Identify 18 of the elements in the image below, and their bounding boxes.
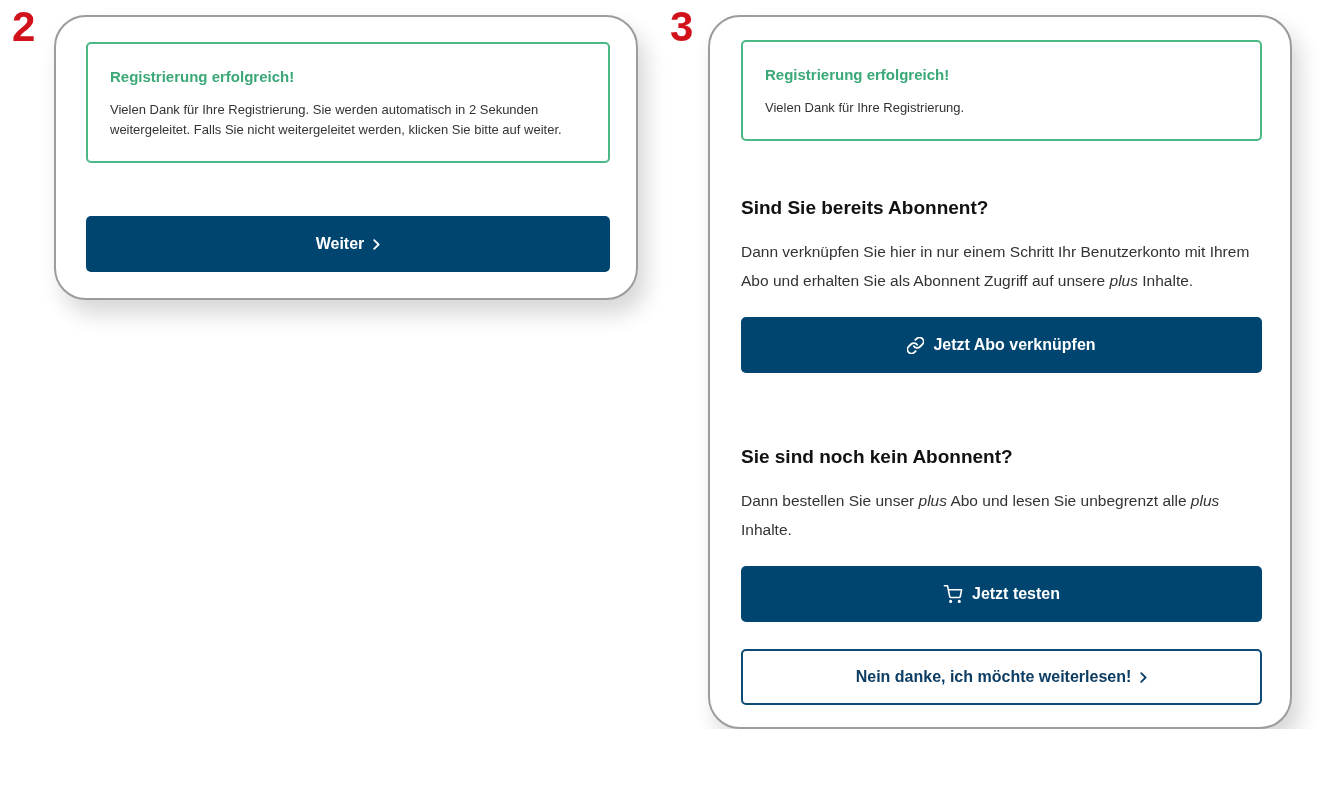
cart-icon [943,585,963,603]
continue-button[interactable]: Weiter [86,216,610,272]
section-text: Dann bestellen Sie unser plus Abo und lesen Sie unbegrenzt alle plus Inhalte. [741,491,1221,540]
alert-title: Registrierung erfolgreich! [110,67,296,87]
step-number: 2 [12,6,37,48]
section-heading: Sie sind noch kein Abonnent? [741,445,1014,469]
alert-title: Registrierung erfolgreich! [765,65,951,85]
chevron-right-icon [373,238,381,250]
link-icon [907,336,925,354]
alert-message: Vielen Dank für Ihre Registrierung. Sie werden automatisch in 2 Sekunden weitergeleitet. Falls Sie nicht weitergeleitet werden, klicken Sie bitte auf weiter. [110,101,563,139]
decline-button[interactable]: Nein danke, ich möchte weiterlesen! [741,649,1262,705]
section-text: Dann verknüpfen Sie hier in nur einem Schritt Ihr Benutzerkonto mit Ihrem Abo und erhalten Sie als Abonnent Zugriff auf unsere plus Inhalte. [741,242,1251,291]
alert-message: Vielen Dank für Ihre Registrierung. [765,99,966,117]
order-button[interactable]: Jetzt testen [741,566,1262,622]
step-number: 3 [670,6,695,48]
chevron-right-icon [1140,671,1148,683]
section-heading: Sind Sie bereits Abonnent? [741,196,990,220]
link-subscription-button[interactable]: Jetzt Abo verknüpfen [741,317,1262,373]
